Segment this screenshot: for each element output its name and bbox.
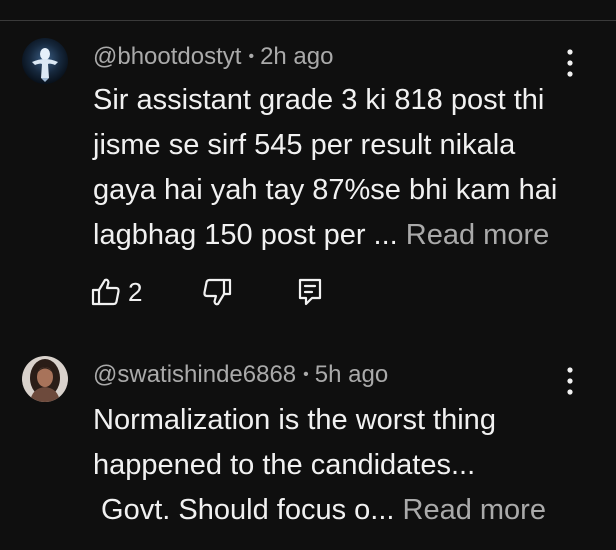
more-vertical-icon <box>567 367 573 395</box>
profile-photo-avatar-icon <box>22 356 68 402</box>
comment-text-line: Govt. Should focus o... Read more <box>93 488 593 533</box>
comment-time[interactable]: 5h ago <box>315 361 388 388</box>
comment-text-fragment: lagbhag 150 post per ... <box>93 219 406 251</box>
like-count: 2 <box>128 277 143 307</box>
meta-separator: • <box>248 48 255 65</box>
read-more-link[interactable]: Read more <box>403 494 546 526</box>
commenter-avatar[interactable] <box>22 38 68 84</box>
more-vertical-icon <box>567 49 573 77</box>
comment-text-line: lagbhag 150 post per ... Read more <box>93 213 593 258</box>
comment-text: Sir assistant grade 3 ki 818 post thi ji… <box>93 78 593 258</box>
thumbs-up-icon <box>91 278 120 306</box>
comment-text-line: jisme se sirf 545 per result nikala <box>93 129 516 161</box>
thumbs-down-icon <box>203 278 232 306</box>
comment-meta: @swatishinde6868 • 5h ago <box>93 360 388 390</box>
commenter-avatar[interactable] <box>22 356 68 402</box>
comment-text-line: happened to the candidates... <box>93 449 476 481</box>
comment-text: Normalization is the worst thing happene… <box>93 398 593 533</box>
comment-text-fragment: Govt. Should focus o... <box>93 494 403 526</box>
comment-text-line: Sir assistant grade 3 ki 818 post thi <box>93 84 545 116</box>
meta-separator: • <box>303 366 309 383</box>
like-button[interactable]: 2 <box>91 276 161 308</box>
comment-text-line: gaya hai yah tay 87%se bhi kam hai <box>93 174 558 206</box>
comment-username[interactable]: @bhootdostyt <box>93 43 241 70</box>
read-more-link[interactable]: Read more <box>406 219 549 251</box>
ghost-figure-avatar-icon <box>22 38 68 84</box>
comment-time[interactable]: 2h ago <box>260 43 333 70</box>
dislike-button[interactable] <box>202 276 234 308</box>
reply-button[interactable] <box>297 276 329 308</box>
reply-icon <box>298 278 322 306</box>
top-divider <box>0 20 616 21</box>
comment-menu-button[interactable] <box>558 44 582 84</box>
comment-username[interactable]: @swatishinde6868 <box>93 361 296 388</box>
comment-meta: @bhootdostyt • 2h ago <box>93 42 333 72</box>
comment-text-line: Normalization is the worst thing <box>93 404 496 436</box>
comment-menu-button[interactable] <box>558 362 582 402</box>
